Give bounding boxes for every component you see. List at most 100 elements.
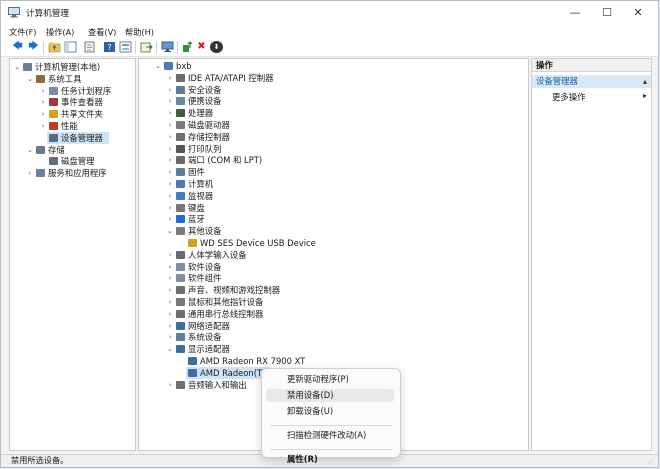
expand-chevron-icon[interactable]: ›: [39, 120, 47, 132]
expand-chevron-icon[interactable]: ›: [166, 331, 174, 343]
collapse-chevron-icon[interactable]: ⌄: [154, 60, 162, 72]
more-actions-arrow-icon[interactable]: ▸: [643, 91, 647, 100]
disk-management-icon: [49, 157, 58, 166]
tree-item-label: AMD Radeon RX 7900 XT: [200, 356, 306, 366]
expand-chevron-icon[interactable]: ›: [166, 72, 174, 84]
console-tree-pane[interactable]: ⌄ 计算机管理(本地) ⌄ 系统工具 › 任务计划程序 › 事件查看器 › 共享文件夹 › 性能 设备管…: [9, 58, 136, 451]
tree-item[interactable]: [139, 60, 528, 72]
collapse-chevron-icon[interactable]: ⌄: [13, 61, 21, 73]
tree-item-label: 存储控制器: [188, 131, 230, 142]
firmware-icon: [176, 168, 185, 177]
expand-chevron-icon[interactable]: ›: [166, 178, 174, 190]
scan-icon[interactable]: ⬇: [210, 41, 223, 53]
expand-chevron-icon[interactable]: ›: [166, 284, 174, 296]
collapse-chevron-icon[interactable]: ⌄: [26, 144, 34, 156]
context-menu-item[interactable]: 卸载设备(U): [266, 405, 394, 418]
up-folder-icon[interactable]: [48, 41, 61, 53]
forward-arrow-icon[interactable]: 🡆: [27, 41, 40, 53]
collapse-arrow-icon[interactable]: ▴: [643, 75, 647, 88]
tree-item-label: 蓝牙: [188, 214, 205, 225]
close-button[interactable]: ✕: [628, 5, 648, 21]
context-menu-item[interactable]: 禁用设备(D): [266, 389, 394, 402]
expand-chevron-icon[interactable]: ›: [166, 119, 174, 131]
computer-icon: [176, 180, 185, 188]
menu-separator: [270, 449, 392, 450]
menu-help[interactable]: 帮助(H): [125, 26, 154, 38]
expand-chevron-icon[interactable]: ›: [39, 96, 47, 108]
expand-chevron-icon[interactable]: ›: [166, 379, 174, 391]
tree-item-label: 声音、视频和游戏控制器: [188, 285, 281, 296]
expand-chevron-icon[interactable]: ›: [166, 272, 174, 284]
bluetooth-icon: [176, 215, 185, 224]
context-menu: 更新驱动程序(P) 禁用设备(D) 卸载设备(U) 扫描检测硬件改动(A) 属性(R): [261, 368, 401, 464]
uninstall-icon[interactable]: ✖: [195, 41, 208, 53]
expand-chevron-icon[interactable]: ›: [166, 131, 174, 143]
menu-view[interactable]: 查看(V): [88, 26, 116, 38]
tree-item-label: 人体学输入设备: [188, 249, 247, 260]
collapse-chevron-icon[interactable]: ⌄: [166, 343, 174, 355]
tree-item-label: 任务计划程序: [61, 85, 112, 96]
maximize-button[interactable]: ☐: [597, 5, 617, 21]
minimize-button[interactable]: —: [565, 5, 585, 21]
tree-item[interactable]: [139, 237, 528, 249]
actions-header: 操作: [532, 59, 651, 72]
tree-item-label: 安全设备: [188, 84, 222, 95]
port-icon: [176, 156, 185, 165]
expand-chevron-icon[interactable]: ›: [166, 154, 174, 166]
view-icon[interactable]: [119, 41, 132, 53]
update-driver-icon[interactable]: [181, 41, 194, 53]
tree-item-label: 监视器: [188, 190, 214, 201]
back-arrow-icon[interactable]: 🡄: [11, 41, 24, 53]
tree-item-label: 服务和应用程序: [48, 168, 107, 179]
expand-chevron-icon[interactable]: ›: [166, 249, 174, 261]
more-actions-label: 更多操作: [552, 92, 586, 102]
tree-item[interactable]: [139, 355, 528, 367]
monitor-icon[interactable]: [161, 41, 174, 53]
actions-header-label: 操作: [536, 60, 553, 70]
sound-icon: [176, 286, 185, 295]
properties-icon[interactable]: [83, 41, 96, 53]
monitor-icon: [176, 191, 185, 200]
expand-chevron-icon[interactable]: ›: [166, 213, 174, 225]
expand-chevron-icon[interactable]: ›: [26, 167, 34, 179]
expand-chevron-icon[interactable]: ›: [166, 296, 174, 308]
menu-file[interactable]: 文件(F): [9, 26, 36, 38]
toolbar: 🡄 🡆 ? ✖ ⬇: [1, 39, 658, 57]
expand-chevron-icon[interactable]: ›: [166, 308, 174, 320]
computer-icon: [164, 62, 173, 70]
tree-item-label: IDE ATA/ATAPI 控制器: [188, 72, 274, 83]
expand-chevron-icon[interactable]: ›: [166, 107, 174, 119]
expand-chevron-icon[interactable]: ›: [166, 261, 174, 273]
tree-item-label: 事件查看器: [61, 97, 103, 108]
context-menu-item[interactable]: 扫描检测硬件改动(A): [266, 429, 394, 442]
expand-chevron-icon[interactable]: ›: [166, 166, 174, 178]
ide-controller-icon: [176, 73, 185, 82]
more-actions-item[interactable]: 更多操作: [552, 91, 586, 103]
tree-toggle-icon[interactable]: [64, 41, 77, 53]
collapse-chevron-icon[interactable]: ⌄: [166, 225, 174, 237]
expand-chevron-icon[interactable]: ›: [166, 84, 174, 96]
software-device-icon: [176, 262, 185, 271]
menu-action[interactable]: 操作(A): [46, 26, 74, 38]
system-device-icon: [176, 333, 185, 342]
tree-item-label: 磁盘驱动器: [188, 120, 230, 130]
collapse-chevron-icon[interactable]: ⌄: [26, 73, 34, 85]
expand-chevron-icon[interactable]: ›: [166, 143, 174, 155]
title-bar[interactable]: 计算机管理 — ☐ ✕: [1, 1, 658, 25]
tree-item-label: 处理器: [188, 108, 214, 119]
expand-chevron-icon[interactable]: ›: [166, 190, 174, 202]
tree-item-label: 端口 (COM 和 LPT): [188, 155, 263, 166]
resize-grip-icon[interactable]: ⋰: [647, 458, 655, 466]
export-icon[interactable]: [140, 41, 153, 53]
context-menu-item[interactable]: 更新驱动程序(P): [266, 373, 394, 386]
expand-chevron-icon[interactable]: ›: [166, 202, 174, 214]
expand-chevron-icon[interactable]: ›: [39, 85, 47, 97]
expand-chevron-icon[interactable]: ›: [166, 320, 174, 332]
expand-chevron-icon[interactable]: ›: [166, 95, 174, 107]
tree-item-label: 设备管理器: [61, 132, 103, 143]
help-icon[interactable]: ?: [103, 41, 116, 53]
audio-io-icon: [176, 380, 185, 389]
context-menu-item[interactable]: 属性(R): [266, 453, 394, 466]
actions-section-device-manager[interactable]: 设备管理器 ▴: [532, 75, 651, 88]
expand-chevron-icon[interactable]: ›: [39, 108, 47, 120]
